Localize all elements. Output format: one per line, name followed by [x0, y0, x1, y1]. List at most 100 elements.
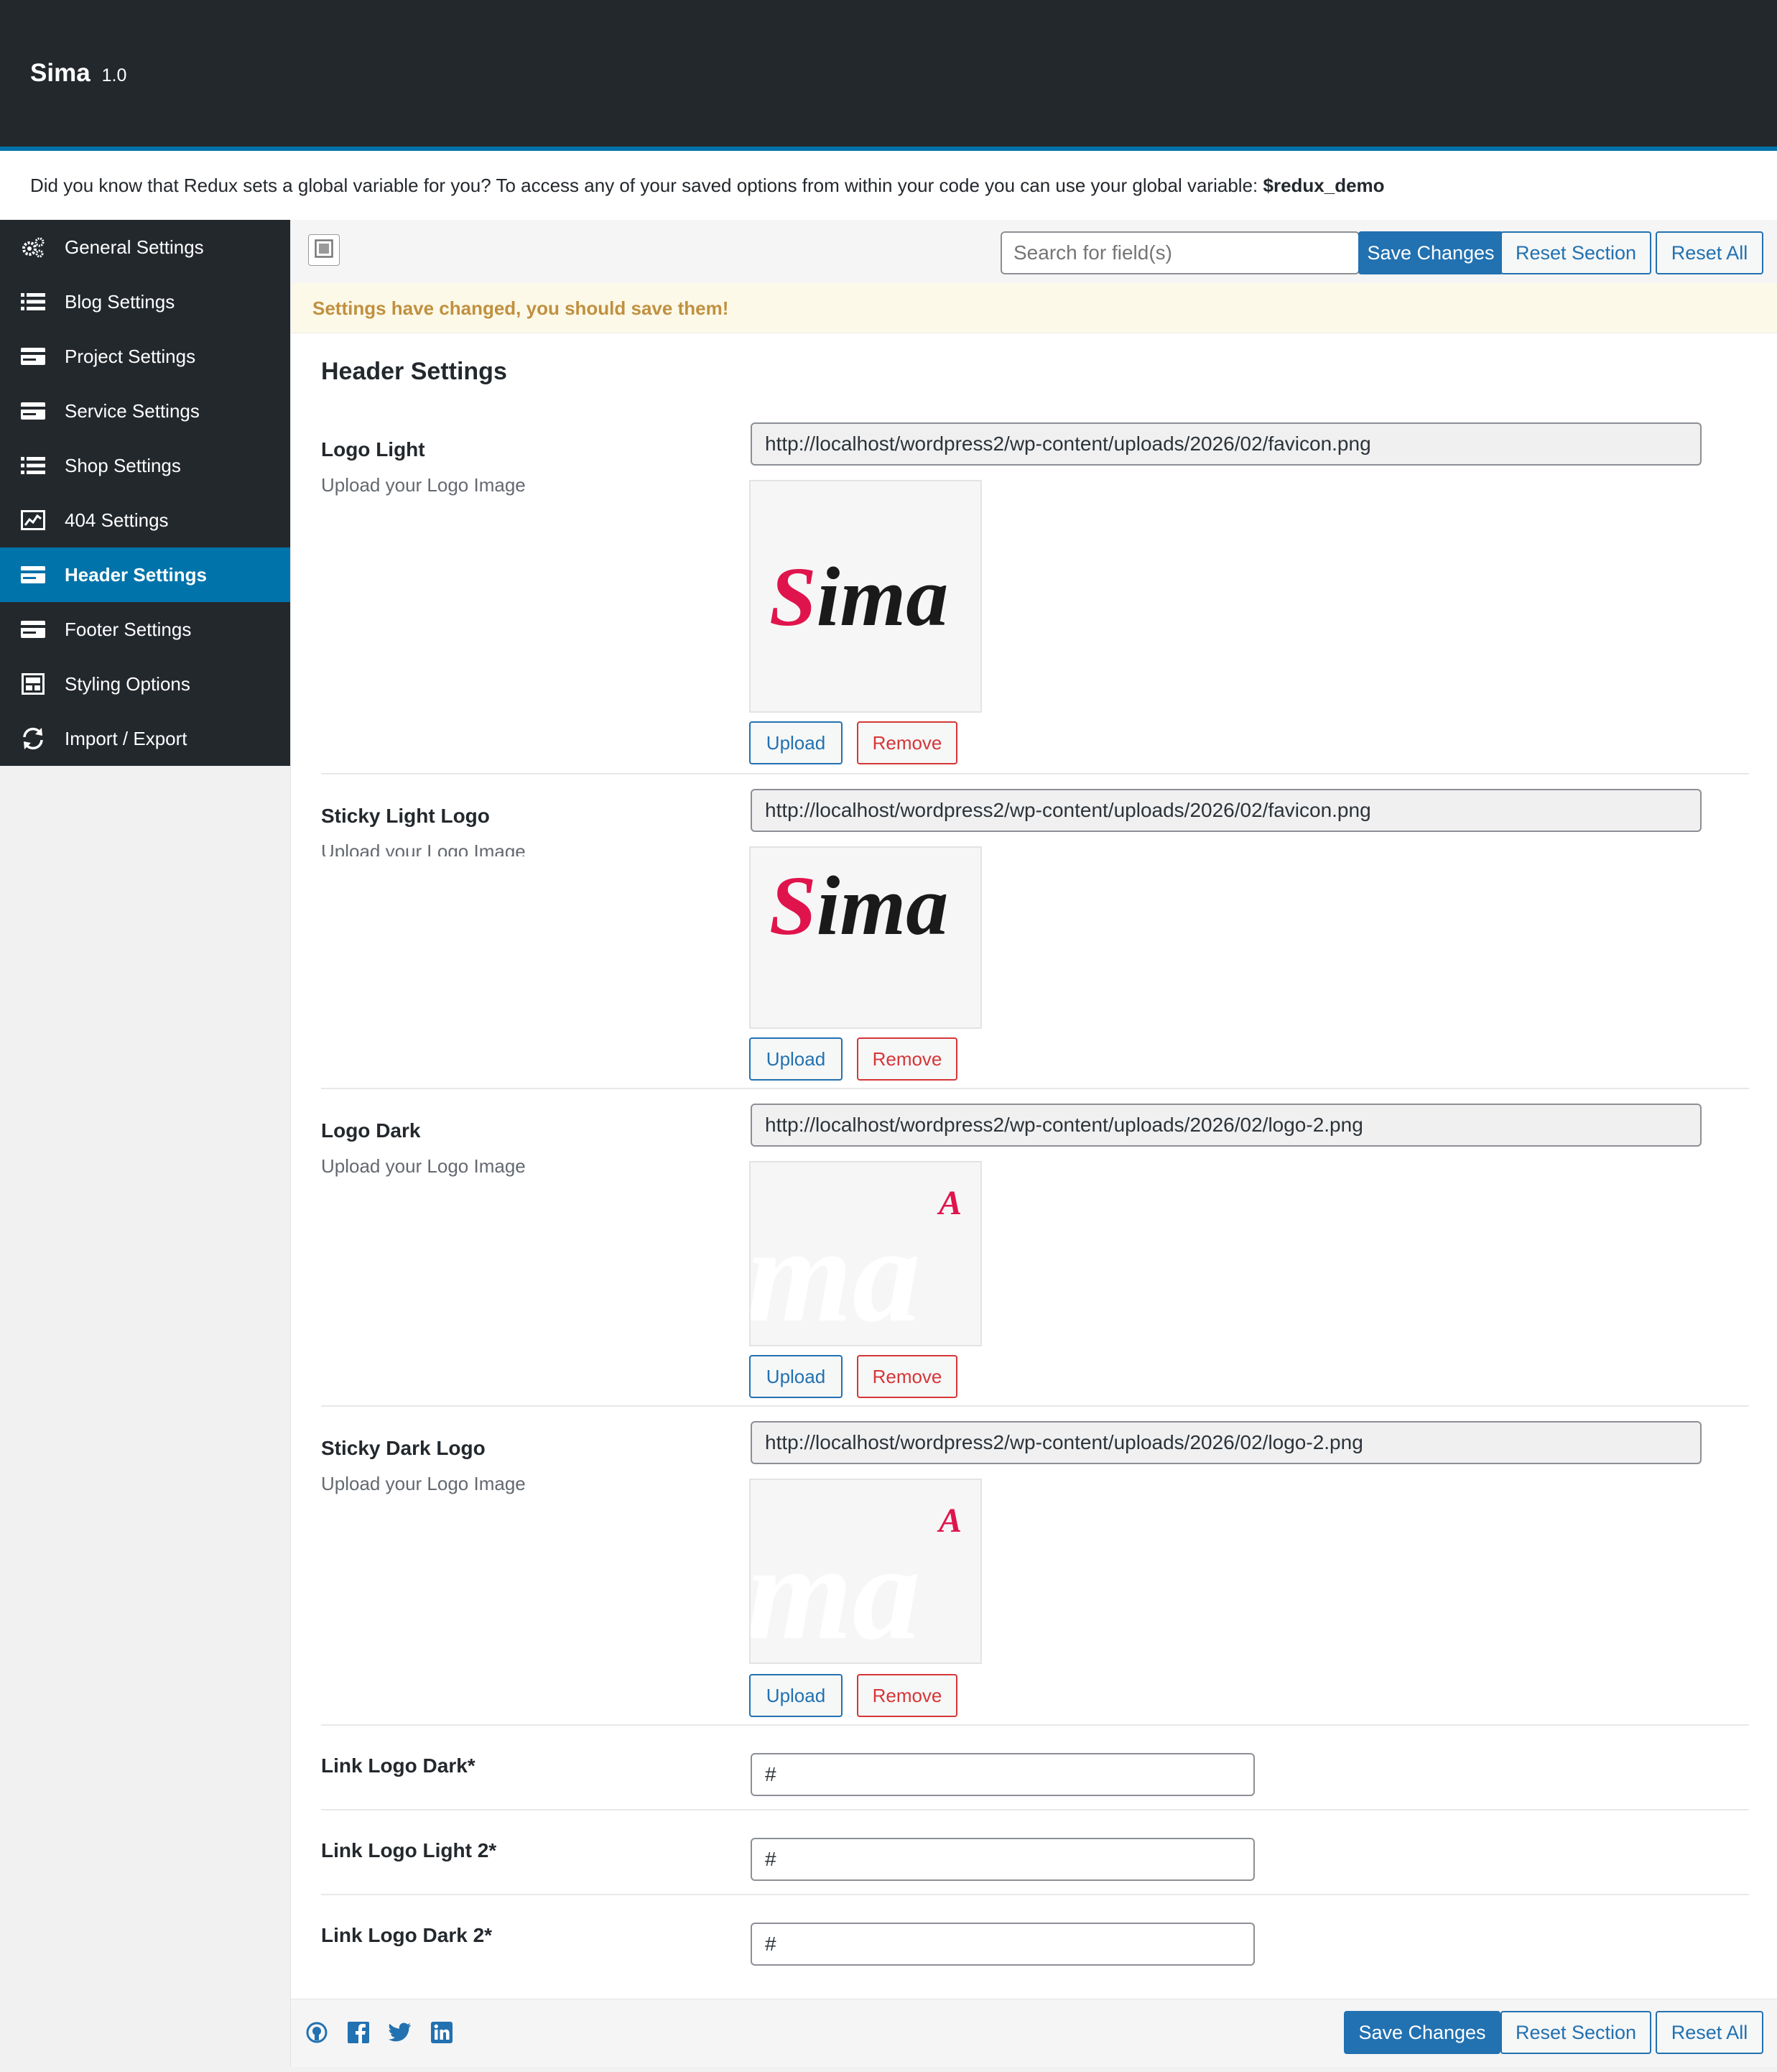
- info-notice: Did you know that Redux sets a global va…: [0, 151, 1777, 220]
- field-divider: [321, 1809, 1749, 1810]
- field-label-link-logo-dark: Link Logo Dark*: [321, 1754, 475, 1777]
- field-label-link-logo-dark-2: Link Logo Dark 2*: [321, 1924, 493, 1946]
- list-icon: [20, 291, 46, 313]
- field-divider: [321, 1088, 1749, 1089]
- twitter-icon[interactable]: [389, 2021, 412, 2044]
- logo-dark-preview: ma A: [749, 1161, 982, 1346]
- sidebar-item-label: Blog Settings: [65, 290, 175, 313]
- app-name: Sima: [30, 59, 91, 87]
- linkedin-icon[interactable]: [430, 2021, 453, 2044]
- sidebar-item-project-settings[interactable]: Project Settings: [0, 329, 290, 384]
- github-icon[interactable]: [305, 2021, 328, 2044]
- svg-text:Sima: Sima: [769, 550, 948, 644]
- logo-preview-rest: ima: [817, 550, 949, 644]
- reset-section-button[interactable]: Reset Section: [1500, 231, 1651, 274]
- app-brand: Sima 1.0: [30, 59, 126, 88]
- logo-preview-accent: A: [937, 1184, 962, 1222]
- sidebar-item-label: 404 Settings: [65, 509, 169, 531]
- sidebar-item-import-export[interactable]: Import / Export: [0, 711, 290, 766]
- field-divider: [321, 1724, 1749, 1726]
- main-panel: Save Changes Reset Section Reset All Set…: [290, 220, 1777, 2067]
- field-desc-sticky-dark-logo: Upload your Logo Image: [321, 1473, 526, 1494]
- logo-preview-accent: A: [937, 1502, 962, 1540]
- app-version: 1.0: [101, 65, 127, 85]
- sidebar-item-label: Project Settings: [65, 345, 196, 367]
- field-label-link-logo-light-2: Link Logo Light 2*: [321, 1839, 497, 1861]
- sticky-dark-logo-preview: ma A: [749, 1479, 982, 1664]
- sidebar-item-header-settings[interactable]: Header Settings: [0, 547, 290, 602]
- card-icon: [20, 400, 46, 422]
- sidebar-item-service-settings[interactable]: Service Settings: [0, 384, 290, 438]
- sidebar-item-label: Shop Settings: [65, 454, 181, 476]
- sidebar-item-label: Header Settings: [65, 563, 207, 586]
- logo-preview-initial: S: [769, 859, 817, 953]
- list-icon: [20, 455, 46, 476]
- sticky-light-logo-upload-button[interactable]: Upload: [749, 1037, 843, 1081]
- footer-reset-all-button[interactable]: Reset All: [1656, 2011, 1763, 2054]
- svg-text:Sima: Sima: [769, 859, 948, 953]
- link-logo-dark-input[interactable]: #: [751, 1753, 1255, 1796]
- logo-light-remove-button[interactable]: Remove: [857, 721, 957, 764]
- sticky-dark-logo-upload-button[interactable]: Upload: [749, 1674, 843, 1717]
- field-desc-logo-light: Upload your Logo Image: [321, 474, 526, 496]
- sidebar-item-footer-settings[interactable]: Footer Settings: [0, 602, 290, 657]
- gears-icon: [20, 236, 46, 258]
- sticky-dark-logo-url-input[interactable]: http://localhost/wordpress2/wp-content/u…: [751, 1421, 1702, 1464]
- field-label-sticky-light-logo: Sticky Light Logo: [321, 805, 490, 827]
- card-icon: [20, 346, 46, 367]
- sidebar-item-general-settings[interactable]: General Settings: [0, 220, 290, 274]
- reset-all-button[interactable]: Reset All: [1656, 231, 1763, 274]
- sticky-light-logo-preview: Sima: [749, 846, 982, 1029]
- field-label-sticky-dark-logo: Sticky Dark Logo: [321, 1437, 486, 1459]
- top-toolbar: Save Changes Reset Section Reset All: [291, 220, 1777, 284]
- logo-dark-remove-button[interactable]: Remove: [857, 1355, 957, 1398]
- admin-header: Sima 1.0: [0, 0, 1777, 151]
- sidebar-item-blog-settings[interactable]: Blog Settings: [0, 274, 290, 329]
- sticky-light-logo-remove-button[interactable]: Remove: [857, 1037, 957, 1081]
- refresh-icon: [20, 727, 46, 750]
- logo-light-upload-button[interactable]: Upload: [749, 721, 843, 764]
- logo-preview-white-text: ma: [751, 1517, 921, 1662]
- field-label-logo-light: Logo Light: [321, 438, 425, 461]
- layout-icon: [20, 673, 46, 695]
- sidebar-item-label: Styling Options: [65, 672, 190, 695]
- sticky-light-logo-url-input[interactable]: http://localhost/wordpress2/wp-content/u…: [751, 789, 1702, 832]
- card-icon: [20, 619, 46, 640]
- facebook-icon[interactable]: [347, 2021, 370, 2044]
- footer-save-changes-button[interactable]: Save Changes: [1344, 2011, 1500, 2054]
- field-desc-logo-dark: Upload your Logo Image: [321, 1155, 526, 1177]
- bottom-toolbar: Save Changes Reset Section Reset All: [291, 1999, 1777, 2067]
- field-divider: [321, 773, 1749, 774]
- sidebar-item-label: Service Settings: [65, 399, 200, 422]
- logo-light-url-input[interactable]: http://localhost/wordpress2/wp-content/u…: [751, 422, 1702, 466]
- unsaved-warning: Settings have changed, you should save t…: [291, 283, 1777, 333]
- sticky-dark-logo-remove-button[interactable]: Remove: [857, 1674, 957, 1717]
- sidebar-item-shop-settings[interactable]: Shop Settings: [0, 438, 290, 493]
- sidebar-item-404-settings[interactable]: 404 Settings: [0, 493, 290, 547]
- notice-text: Did you know that Redux sets a global va…: [30, 175, 1263, 196]
- sidebar-item-styling-options[interactable]: Styling Options: [0, 657, 290, 711]
- field-label-logo-dark: Logo Dark: [321, 1119, 421, 1142]
- footer-reset-section-button[interactable]: Reset Section: [1500, 2011, 1651, 2054]
- card-icon: [20, 564, 46, 586]
- field-divider: [321, 1405, 1749, 1407]
- logo-preview-rest: ima: [817, 859, 949, 953]
- field-divider: [321, 1894, 1749, 1895]
- sidebar: General Settings Blog Settings Project S…: [0, 220, 290, 766]
- logo-preview-white-text: ma: [751, 1200, 921, 1345]
- search-input[interactable]: [1001, 231, 1360, 274]
- link-logo-dark-2-input[interactable]: #: [751, 1923, 1255, 1966]
- logo-dark-upload-button[interactable]: Upload: [749, 1355, 843, 1398]
- expand-options-button[interactable]: [308, 234, 340, 266]
- logo-preview-initial: S: [769, 550, 817, 644]
- link-logo-light-2-input[interactable]: #: [751, 1838, 1255, 1881]
- sidebar-item-label: General Settings: [65, 236, 204, 258]
- sidebar-item-label: Import / Export: [65, 727, 187, 749]
- logo-dark-url-input[interactable]: http://localhost/wordpress2/wp-content/u…: [751, 1104, 1702, 1147]
- save-changes-button[interactable]: Save Changes: [1358, 231, 1503, 274]
- sidebar-item-label: Footer Settings: [65, 618, 192, 640]
- section-title: Header Settings: [321, 358, 507, 385]
- field-desc-sticky-light-logo: Upload your Logo Image: [321, 841, 526, 856]
- chart-icon: [20, 509, 46, 531]
- expand-icon: [315, 239, 333, 262]
